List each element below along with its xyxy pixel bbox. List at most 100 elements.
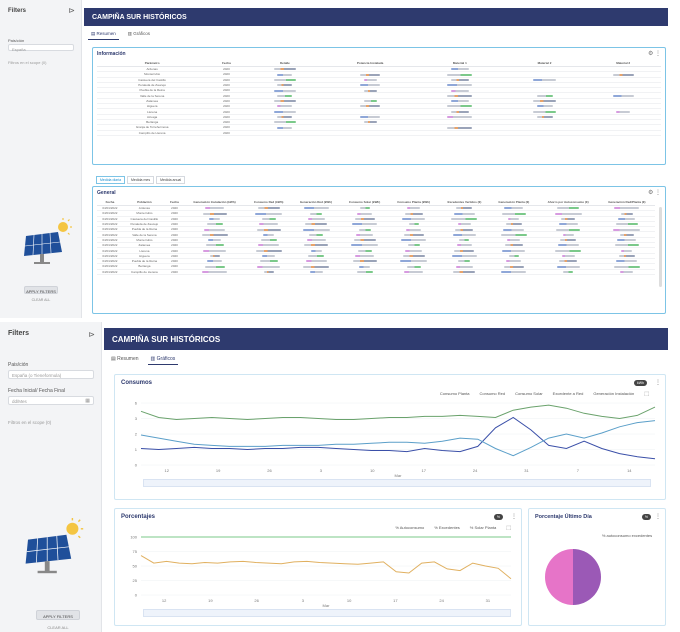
more-icon[interactable]: ⋮ [655,513,661,520]
cell-value [616,110,631,113]
download-icon[interactable]: ⬚ [506,525,511,531]
x-tick-label: 31 [486,598,491,603]
legend-item[interactable]: Consumo Planta [440,391,470,397]
porcentajes-chart: 100 75 50 25 0 12 19 26 3 10 17 24 31 Mar [130,535,512,607]
legend-item[interactable]: Generación Instalación [593,391,634,397]
chevron-left-icon[interactable]: ⊳ [68,6,75,15]
table-cell [291,269,341,275]
legend-item[interactable]: % Solar Planta [470,525,496,531]
pais-label: Pais/ción [8,362,29,368]
download-icon[interactable]: ⬚ [644,391,649,397]
main-tabs: ▤ Resumen ▥ Gráficos [108,354,179,365]
subtab-medida-mes[interactable]: Medida mes [127,176,155,184]
clear-all-button[interactable]: CLEAR ALL [36,625,80,630]
cell-value [273,78,296,81]
legend-item[interactable]: % Excedentes [434,525,460,531]
cell-value [536,105,553,108]
porcentajes-legend: % Autoconsumo % Excedentes % Solar Plant… [395,525,511,531]
series-line[interactable] [140,420,656,457]
more-icon[interactable]: ⋮ [511,513,517,520]
cell-value [359,207,370,210]
scope-filters-link[interactable]: Filtros en el scope (0) [8,420,51,425]
settings-icon[interactable]: ⚙ ⋮ [648,50,661,57]
cell-value [506,260,522,263]
fecha-input[interactable]: dd/Mes ▦ [8,396,94,405]
cell-value [501,270,527,273]
cell-value [556,228,581,231]
cell-value [354,217,375,220]
cell-value [618,255,635,258]
apply-filters-button[interactable]: APPLY FILTERS [24,286,58,294]
cell-value [306,239,326,242]
cell-value [617,239,637,242]
cell-value [453,270,476,273]
cell-value [620,270,634,273]
cell-value [355,255,375,258]
subtab-medida-diaria[interactable]: Medida diaria [96,176,126,184]
table-cell: 2020 [165,269,184,275]
filters-title: Filters [8,8,27,14]
x-tick-label: 17 [421,468,426,473]
pais-select[interactable]: España [8,44,74,52]
more-icon[interactable]: ⋮ [655,379,661,386]
cell-value [259,223,279,226]
informacion-title: Información [97,51,126,57]
scope-filters-link[interactable]: Filtros en el scope (0) [8,60,46,65]
table-cell [503,130,586,136]
tab-resumen[interactable]: ▤ Resumen [108,354,142,365]
dashboard-title: CAMPIÑA SUR HISTÓRICOS [84,8,668,26]
cell-value [451,217,478,220]
table-scrollbar[interactable] [659,207,662,287]
cell-value [450,100,469,103]
cell-value [305,223,327,226]
pie-slice[interactable] [545,549,573,605]
chevron-left-icon[interactable]: ⊳ [88,330,95,339]
cell-value [453,212,475,215]
cell-value [447,116,473,119]
series-line[interactable] [140,404,656,421]
cell-value [259,260,278,263]
cell-value [450,110,469,113]
subtab-medida-anual[interactable]: Medida anual [156,176,186,184]
cell-value [404,270,424,273]
pie-title: Porcentaje Último Día [535,514,592,520]
tab-graficos[interactable]: ▥ Gráficos [147,354,179,365]
cell-value [455,228,474,231]
series-line[interactable] [140,555,512,580]
y-tick-label: 50 [133,564,138,569]
cell-value [305,260,327,263]
porcentajes-navigator[interactable] [143,609,511,617]
pais-select[interactable]: España (o Tieneformula) [8,370,94,379]
unit-badge: kWh [634,380,647,386]
legend-item[interactable]: Consumo Solar [515,391,543,397]
cell-value [507,239,521,242]
pie-chart [545,549,601,605]
cell-value [356,233,374,236]
cell-value [454,249,475,252]
table-cell [415,130,504,136]
settings-icon[interactable]: ⚙ ⋮ [648,189,661,196]
consumos-navigator[interactable] [143,479,651,487]
x-tick-label: 24 [439,598,444,603]
table-cell [537,269,599,275]
clear-all-button[interactable]: CLEAR ALL [24,298,58,302]
tab-graficos[interactable]: ▥ Gráficos [125,29,153,40]
cell-value [405,249,423,252]
y-tick-label: 1 [135,447,138,452]
tab-resumen[interactable]: ▤ Resumen [88,29,119,40]
legend-item[interactable]: Consumo Red [480,391,506,397]
cell-value [557,207,580,210]
cell-value [273,68,296,71]
cell-value [352,260,377,263]
cell-value [357,212,373,215]
legend-item[interactable]: Excedente a Red [553,391,584,397]
x-tick-label: 3 [302,598,305,603]
filters-title: Filters [8,330,30,337]
cell-value [555,249,582,252]
pie-slice[interactable] [573,549,601,605]
resumen-panel: Filters ⊳ Pais/ción España Filtros en el… [0,0,680,318]
series-line[interactable] [140,416,656,460]
cell-value [351,244,379,247]
apply-filters-button[interactable]: APPLY FILTERS [36,610,80,620]
legend-item[interactable]: % Autoconsumo [395,525,424,531]
